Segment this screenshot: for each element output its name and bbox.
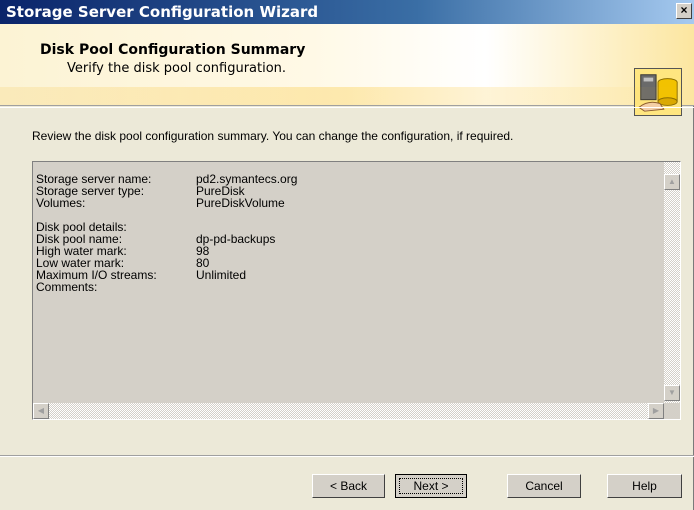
summary-textbox[interactable]: Storage server name: pd2.symantecs.org St…	[32, 161, 681, 420]
window-title: Storage Server Configuration Wizard	[6, 3, 319, 21]
wizard-window: Storage Server Configuration Wizard × Di…	[0, 0, 694, 510]
summary-row: Comments:	[36, 281, 663, 293]
scroll-left-button[interactable]: ◀	[33, 403, 49, 419]
title-bar[interactable]: Storage Server Configuration Wizard ×	[0, 0, 694, 24]
arrow-down-icon: ▼	[668, 388, 676, 397]
summary-value: PureDiskVolume	[196, 196, 285, 210]
help-button-label: Help	[632, 479, 657, 493]
help-button[interactable]: Help	[607, 474, 682, 498]
summary-content: Storage server name: pd2.symantecs.org St…	[34, 163, 663, 402]
back-button-label: < Back	[329, 479, 368, 493]
intro-text: Review the disk pool configuration summa…	[32, 129, 514, 143]
header-divider	[0, 107, 694, 108]
close-button[interactable]: ×	[676, 3, 692, 19]
scrollbar-corner	[664, 403, 680, 419]
summary-key: Volumes:	[36, 196, 86, 210]
summary-row: Storage server type: PureDisk	[36, 185, 663, 197]
vertical-scrollbar[interactable]: ▲ ▼	[664, 162, 680, 403]
arrow-right-icon: ▶	[652, 406, 660, 415]
arrow-left-icon: ◀	[37, 406, 45, 415]
cancel-button[interactable]: Cancel	[507, 474, 581, 498]
page-subtitle: Verify the disk pool configuration.	[67, 61, 287, 76]
section-label: Disk pool details:	[36, 220, 127, 234]
summary-row: Maximum I/O streams: Unlimited	[36, 269, 663, 281]
scroll-down-button[interactable]: ▼	[664, 385, 680, 401]
horizontal-scrollbar[interactable]: ◀ ▶	[33, 403, 664, 419]
page-title: Disk Pool Configuration Summary	[40, 42, 306, 58]
cancel-button-label: Cancel	[525, 479, 563, 493]
storage-disk-pool-icon	[634, 68, 682, 116]
scroll-right-button[interactable]: ▶	[648, 403, 664, 419]
close-icon: ×	[680, 3, 688, 17]
arrow-up-icon: ▲	[668, 177, 676, 186]
summary-row: Volumes: PureDiskVolume	[36, 197, 663, 209]
summary-row: High water mark: 98	[36, 245, 663, 257]
footer-divider	[0, 455, 694, 457]
next-button[interactable]: Next >	[395, 474, 467, 498]
summary-value: Unlimited	[196, 268, 247, 282]
scroll-up-button[interactable]: ▲	[664, 174, 680, 190]
wizard-header: Disk Pool Configuration Summary Verify t…	[0, 24, 694, 116]
back-button[interactable]: < Back	[312, 474, 385, 498]
summary-row: Disk pool name: dp-pd-backups	[36, 233, 663, 245]
next-button-label: Next >	[413, 479, 449, 493]
summary-key: Comments:	[36, 280, 98, 294]
